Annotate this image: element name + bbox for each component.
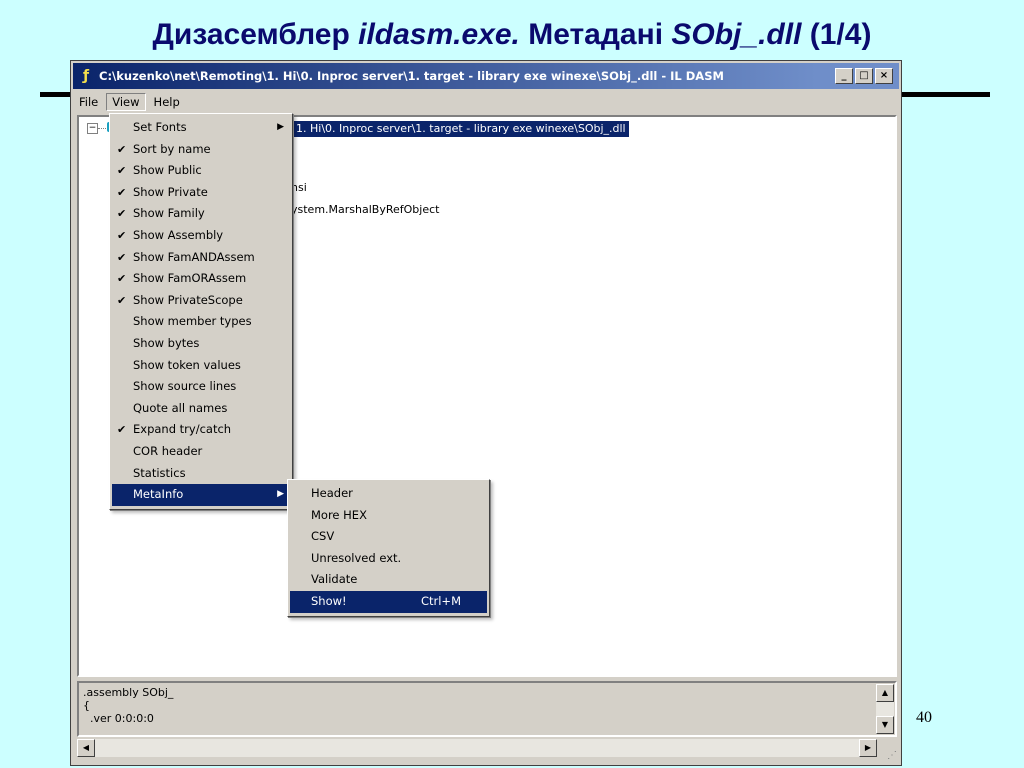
check-icon: ✔ xyxy=(117,423,127,437)
view-menu-item-label: Sort by name xyxy=(133,141,211,156)
info-line: .ver 0:0:0:0 xyxy=(83,712,154,725)
metainfo-menu-item-label: CSV xyxy=(311,529,335,544)
tree-node-line-2[interactable]: nsi xyxy=(291,181,307,194)
scroll-right-icon[interactable]: ▶ xyxy=(859,739,877,757)
metainfo-menu-item[interactable]: Header xyxy=(290,483,487,505)
view-menu-item-label: COR header xyxy=(133,443,203,458)
check-icon: ✔ xyxy=(117,293,127,307)
ildasm-icon: ƒ xyxy=(82,68,90,84)
view-menu-item[interactable]: ✔ Show Family xyxy=(112,203,290,225)
info-vertical-scrollbar[interactable]: ▲ ▼ xyxy=(876,684,894,734)
view-menu-item[interactable]: ✔ Show Assembly xyxy=(112,225,290,247)
check-icon: ✔ xyxy=(117,250,127,264)
view-menu-item-label: Show token values xyxy=(133,357,241,372)
view-menu-item-label: Show bytes xyxy=(133,335,200,350)
metainfo-menu-item-label: Header xyxy=(311,486,353,500)
minimize-button[interactable]: _ xyxy=(835,68,853,84)
info-text: .assembly SObj_{ .ver 0:0:0:0 xyxy=(83,686,873,725)
check-icon: ✔ xyxy=(117,228,127,242)
view-menu-item[interactable]: ✔ Sort by name xyxy=(112,139,290,161)
close-button[interactable]: × xyxy=(875,68,893,84)
metainfo-menu-item-label: More HEX xyxy=(311,507,367,522)
tree-node-selected[interactable]: 1. Hi\0. Inproc server\1. target - libra… xyxy=(293,121,629,137)
view-menu-item[interactable]: Show member types xyxy=(112,311,290,333)
view-menu-item-label: Show Assembly xyxy=(133,227,224,242)
slide-title: Дизасемблер ildasm.exe. Метадані SObj_.d… xyxy=(0,18,1024,52)
window-title: C:\kuzenko\net\Remoting\1. Hi\0. Inproc … xyxy=(99,69,724,83)
metainfo-menu-item-label: Unresolved ext. xyxy=(311,550,402,565)
title-part-2: Метадані xyxy=(519,18,672,51)
check-icon: ✔ xyxy=(117,185,127,199)
metainfo-menu-item[interactable]: Unresolved ext. xyxy=(290,548,487,570)
view-menu-item[interactable]: Quote all names xyxy=(112,398,290,420)
view-menu-item-label: Show FamORAssem xyxy=(133,271,247,286)
shortcut-label: Ctrl+M xyxy=(420,593,461,608)
info-line: { xyxy=(83,699,90,712)
title-italic-2: SObj_.dll xyxy=(671,18,802,51)
tree-node-line-3[interactable]: ystem.MarshalByRefObject xyxy=(291,203,439,216)
menubar: File View Help xyxy=(73,91,899,113)
view-menu-item-label: Expand try/catch xyxy=(133,422,232,437)
view-menu-item-label: Quote all names xyxy=(133,400,228,415)
check-icon: ✔ xyxy=(117,164,127,178)
view-menu-item[interactable]: ✔ Show Public xyxy=(112,160,290,182)
info-line: .assembly SObj_ xyxy=(83,686,174,699)
view-menu-item[interactable]: ✔ Show PrivateScope xyxy=(112,290,290,312)
resize-grip-icon[interactable]: ⋰ xyxy=(887,750,897,761)
view-menu-item-label: Statistics xyxy=(133,465,186,480)
view-menu-item[interactable]: ✔ Show Private xyxy=(112,182,290,204)
maximize-button[interactable]: □ xyxy=(855,68,873,84)
menu-file[interactable]: File xyxy=(73,93,104,111)
metainfo-menu-item[interactable]: More HEX xyxy=(290,505,487,527)
view-menu-item[interactable]: MetaInfo ▶ xyxy=(112,484,290,506)
view-menu-item-label: Show member types xyxy=(133,314,252,329)
view-menu-item[interactable]: Show token values xyxy=(112,355,290,377)
view-menu-item-label: Show Family xyxy=(133,206,205,221)
menu-view[interactable]: View xyxy=(106,93,146,111)
submenu-arrow-icon: ▶ xyxy=(277,489,284,500)
info-pane[interactable]: .assembly SObj_{ .ver 0:0:0:0 ▲ ▼ xyxy=(77,681,897,737)
metainfo-menu-item-label: Validate xyxy=(311,572,358,587)
check-icon: ✔ xyxy=(117,207,127,221)
view-menu-item[interactable]: ✔ Show FamORAssem xyxy=(112,268,290,290)
scroll-left-icon[interactable]: ◀ xyxy=(77,739,95,757)
metainfo-submenu: Header More HEX CSV Unresolved ext. Validate… xyxy=(287,479,490,617)
title-italic-1: ildasm.exe. xyxy=(358,18,520,51)
view-menu-item-label: Show FamANDAssem xyxy=(133,249,255,264)
view-menu: Set Fonts ▶ ✔ Sort by name ✔ Show Public ✔ Show… xyxy=(109,113,293,510)
title-part-3: (1/4) xyxy=(801,18,872,51)
scroll-down-icon[interactable]: ▼ xyxy=(876,716,894,734)
view-menu-item[interactable]: Show bytes xyxy=(112,333,290,355)
view-menu-item-label: Set Fonts xyxy=(133,120,187,134)
metainfo-menu-item[interactable]: CSV xyxy=(290,526,487,548)
view-menu-item[interactable]: Show source lines xyxy=(112,376,290,398)
metainfo-menu-item[interactable]: Validate xyxy=(290,569,487,591)
check-icon: ✔ xyxy=(117,142,127,156)
window-titlebar[interactable]: ƒ C:\kuzenko\net\Remoting\1. Hi\0. Inpro… xyxy=(73,63,899,89)
view-menu-item-label: Show PrivateScope xyxy=(133,292,243,307)
view-menu-item-label: Show Private xyxy=(133,184,208,199)
view-menu-item-label: MetaInfo xyxy=(133,487,184,502)
metainfo-menu-item-label: Show! xyxy=(311,593,347,608)
view-menu-item[interactable]: COR header xyxy=(112,441,290,463)
view-menu-item[interactable]: ✔ Expand try/catch xyxy=(112,419,290,441)
scroll-up-icon[interactable]: ▲ xyxy=(876,684,894,702)
view-menu-item[interactable]: ✔ Show FamANDAssem xyxy=(112,247,290,269)
view-menu-item-label: Show Public xyxy=(133,163,202,178)
view-menu-item[interactable]: Statistics xyxy=(112,463,290,485)
horizontal-scrollbar[interactable]: ◀ ▶ xyxy=(77,739,877,757)
metainfo-menu-item[interactable]: Show! Ctrl+M xyxy=(290,590,487,613)
submenu-arrow-icon: ▶ xyxy=(277,122,284,132)
view-menu-item[interactable]: Set Fonts ▶ xyxy=(112,117,290,139)
collapse-icon[interactable]: − xyxy=(87,123,98,134)
view-menu-item-label: Show source lines xyxy=(133,379,237,394)
menu-help[interactable]: Help xyxy=(148,93,186,111)
check-icon: ✔ xyxy=(117,272,127,286)
title-part-1: Дизасемблер xyxy=(152,18,359,51)
window-buttons: _ □ × xyxy=(835,68,893,84)
page-number: 40 xyxy=(916,709,932,726)
